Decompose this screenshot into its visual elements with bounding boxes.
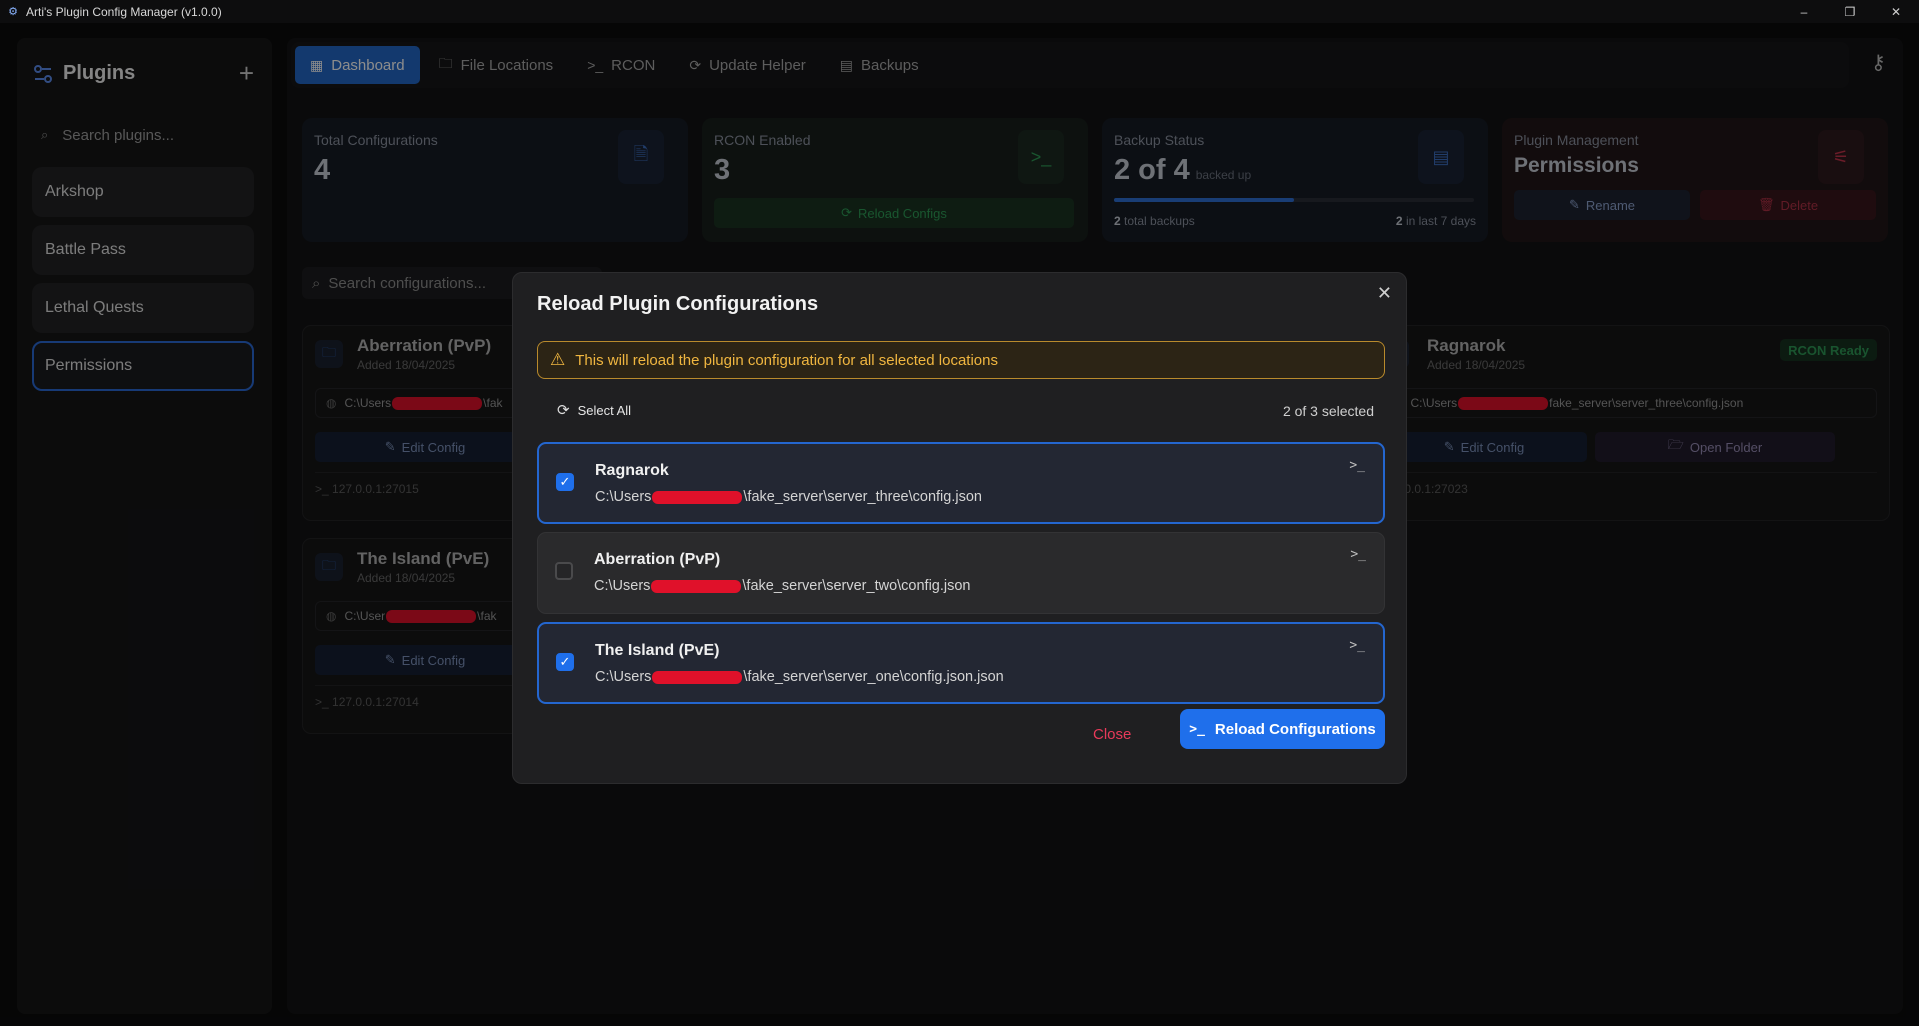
maximize-button[interactable]: ❐ (1827, 0, 1873, 23)
location-name: The Island (PvE) (595, 642, 720, 659)
terminal-icon: >_ (1350, 547, 1366, 562)
checkbox-checked[interactable]: ✓ (556, 473, 574, 491)
checkbox-checked[interactable]: ✓ (556, 653, 574, 671)
select-all-label: Select All (577, 402, 632, 418)
location-path: C:\Users \fake_server\server_three\config… (595, 489, 982, 505)
reload-modal: Reload Plugin Configurations ✕ ⚠ This wi… (512, 272, 1407, 784)
window-controls: – ❐ ✕ (1781, 0, 1919, 23)
terminal-icon: >_ (1189, 721, 1205, 737)
window-title: Arti's Plugin Config Manager (v1.0.0) (26, 4, 222, 19)
modal-title: Reload Plugin Configurations (537, 293, 819, 315)
location-path: C:\Users \fake_server\server_two\config.j… (594, 578, 971, 594)
location-path: C:\Users \fake_server\server_one\config.j… (595, 669, 1004, 685)
minimize-button[interactable]: – (1781, 0, 1827, 23)
location-row-the-island[interactable]: ✓ The Island (PvE) C:\Users \fake_server\… (537, 622, 1385, 704)
redaction (652, 670, 743, 684)
close-window-button[interactable]: ✕ (1873, 0, 1919, 23)
selected-count: 2 of 3 selected (1282, 403, 1374, 419)
location-name: Aberration (PvP) (594, 551, 721, 568)
reload-configurations-label: Reload Configurations (1214, 720, 1376, 738)
terminal-icon: >_ (1349, 638, 1365, 653)
redaction (652, 490, 743, 504)
redaction (651, 579, 742, 593)
warning-text: This will reload the plugin configuratio… (575, 351, 998, 369)
location-name: Ragnarok (595, 462, 669, 479)
checkbox-unchecked[interactable] (555, 562, 573, 580)
close-icon[interactable]: ✕ (1377, 283, 1392, 304)
warning-banner: ⚠ This will reload the plugin configurat… (537, 341, 1385, 379)
terminal-icon: >_ (1349, 458, 1365, 473)
select-all-button[interactable]: ⟳ Select All (557, 401, 631, 419)
location-row-ragnarok[interactable]: ✓ Ragnarok C:\Users \fake_server\server_t… (537, 442, 1385, 524)
location-row-aberration[interactable]: Aberration (PvP) C:\Users \fake_server\se… (537, 532, 1385, 614)
refresh-icon: ⟳ (557, 402, 570, 419)
warning-icon: ⚠ (550, 350, 566, 369)
app-icon: ⚙ (8, 5, 18, 18)
close-button[interactable]: Close (1093, 726, 1131, 743)
title-bar: ⚙ Arti's Plugin Config Manager (v1.0.0) … (0, 0, 1919, 23)
reload-configurations-button[interactable]: >_ Reload Configurations (1180, 709, 1385, 749)
